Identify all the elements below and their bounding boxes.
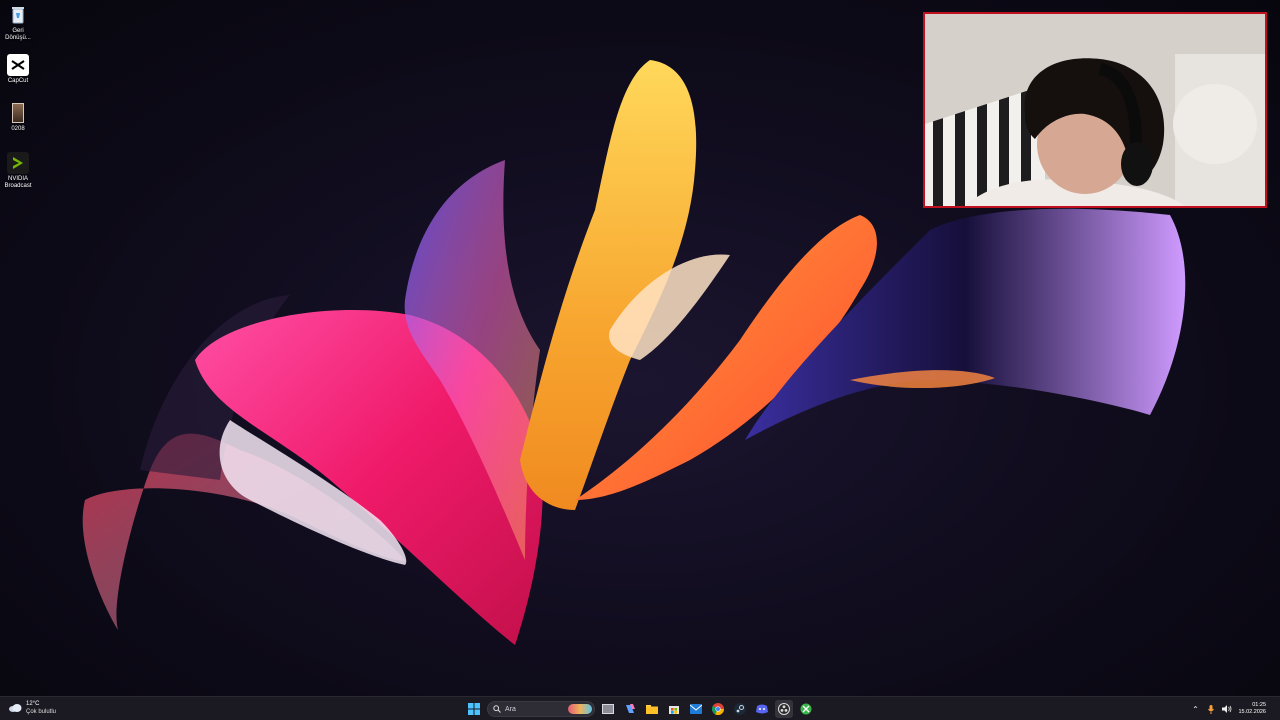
obs-button[interactable] xyxy=(775,700,793,718)
weather-widget[interactable]: 12°C Çok bulutlu xyxy=(8,700,56,716)
webcam-overlay xyxy=(923,12,1267,208)
desktop-icon-label: CapCut xyxy=(7,78,29,84)
chrome-button[interactable] xyxy=(709,700,727,718)
webcam-feed-illustration xyxy=(925,14,1265,206)
search-placeholder: Ara xyxy=(505,705,516,713)
start-button[interactable] xyxy=(465,700,483,718)
desktop-icon-label: 0208 xyxy=(11,126,25,132)
cloud-icon xyxy=(8,703,22,713)
discord-button[interactable] xyxy=(753,700,771,718)
task-view-icon xyxy=(602,704,614,714)
steam-button[interactable] xyxy=(731,700,749,718)
weather-condition: Çok bulutlu xyxy=(26,709,57,715)
image-file-icon xyxy=(7,102,29,124)
chevron-up-icon[interactable]: ⌃ xyxy=(1190,704,1200,714)
clock[interactable]: 01:25 15.02.2026 xyxy=(1238,702,1266,716)
file-explorer-icon xyxy=(646,705,658,714)
weather-temp: 12°C xyxy=(26,701,40,707)
store-icon xyxy=(669,706,679,714)
mail-button[interactable] xyxy=(687,700,705,718)
copilot-icon xyxy=(626,704,635,713)
search-highlight-icon xyxy=(568,704,592,714)
start-icon xyxy=(468,703,480,715)
file-explorer-button[interactable] xyxy=(643,700,661,718)
nvidia-broadcast-icon xyxy=(7,152,29,174)
obs-icon xyxy=(778,703,790,715)
chrome-icon xyxy=(712,703,724,715)
taskbar: 12°C Çok bulutlu Ara ⌃ 01:25 15.02.2026 xyxy=(0,696,1280,720)
desktop-icon-capcut[interactable]: CapCut xyxy=(0,54,36,85)
taskbar-search[interactable]: Ara xyxy=(487,701,595,717)
desktop-icon-label: Geri Dönüşü... xyxy=(5,28,31,41)
volume-icon[interactable] xyxy=(1222,704,1232,714)
desktop-icon-nvidia-broadcast[interactable]: NVIDIA Broadcast xyxy=(0,152,36,190)
copilot-button[interactable] xyxy=(621,700,639,718)
recycle-bin-icon xyxy=(7,4,29,26)
discord-icon xyxy=(756,704,768,714)
taskbar-apps: Ara xyxy=(465,699,815,719)
search-icon xyxy=(493,705,501,713)
system-tray: ⌃ 01:25 15.02.2026 xyxy=(1190,697,1280,720)
xbox-button[interactable] xyxy=(797,700,815,718)
capcut-icon xyxy=(7,54,29,76)
desktop-icon-label: NVIDIA Broadcast xyxy=(4,176,32,189)
desktop-icon-recycle-bin[interactable]: Geri Dönüşü... xyxy=(0,4,36,42)
desktop-icon-0208[interactable]: 0208 xyxy=(0,102,36,133)
mail-icon xyxy=(690,704,702,714)
microphone-icon[interactable] xyxy=(1206,704,1216,714)
clock-date: 15.02.2026 xyxy=(1238,709,1266,715)
clock-time: 01:25 xyxy=(1252,702,1266,708)
task-view-button[interactable] xyxy=(599,700,617,718)
store-button[interactable] xyxy=(665,700,683,718)
steam-icon xyxy=(734,703,746,715)
xbox-icon xyxy=(800,703,812,715)
